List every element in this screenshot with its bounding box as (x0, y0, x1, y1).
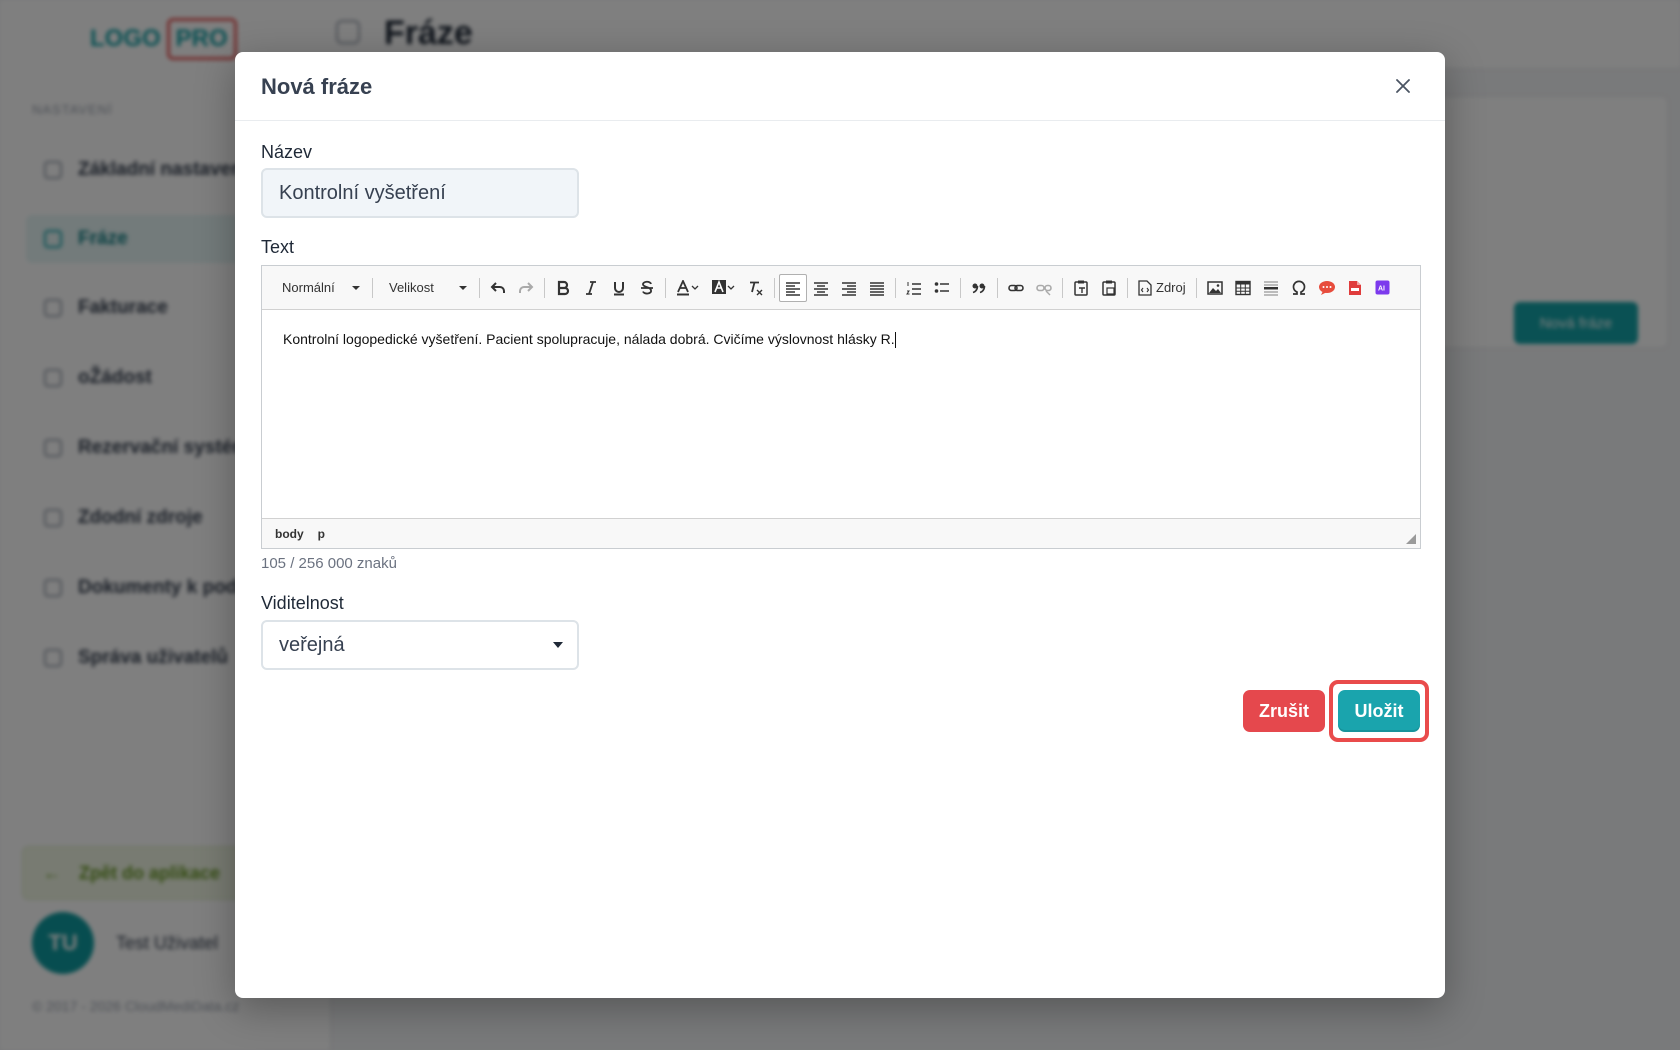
format-combo[interactable]: Normální (270, 274, 368, 302)
quote-icon (972, 283, 986, 293)
ai-icon: AI (1375, 280, 1390, 295)
toolbar-separator (665, 277, 666, 298)
source-button[interactable]: Zdroj (1132, 274, 1192, 302)
align-left-icon (786, 281, 800, 296)
table-icon (1234, 280, 1251, 295)
align-justify-icon (870, 281, 884, 296)
bulleted-list-icon (934, 281, 949, 293)
horizontal-line-button[interactable] (1257, 274, 1285, 302)
paste-word-icon (1102, 280, 1116, 296)
image-icon (1206, 280, 1223, 295)
blockquote-button[interactable] (965, 274, 993, 302)
toolbar-separator (1127, 277, 1128, 298)
name-label: Název (261, 142, 313, 162)
speech-bubble-icon (1318, 280, 1335, 295)
unlink-icon (1036, 284, 1052, 295)
toolbar-separator (774, 277, 775, 298)
special-char-button[interactable] (1285, 274, 1313, 302)
chevron-down-icon (553, 642, 563, 648)
chevron-down-icon (459, 285, 467, 290)
redo-icon (519, 281, 534, 293)
svg-text:AI: AI (1378, 286, 1385, 293)
table-button[interactable] (1229, 274, 1257, 302)
unlink-button[interactable] (1030, 274, 1058, 302)
toolbar-separator (544, 277, 545, 298)
text-label: Text (261, 237, 295, 257)
editor-toolbar: Normální Velikost Zdroj AI (262, 266, 1420, 310)
paste-text-button[interactable] (1067, 274, 1095, 302)
remove-format-icon (750, 281, 763, 295)
paste-text-icon (1074, 280, 1088, 296)
paste-word-button[interactable] (1095, 274, 1123, 302)
visibility-value: veřejná (279, 633, 345, 656)
source-icon (1138, 279, 1152, 296)
path-body[interactable]: body (275, 527, 304, 541)
text-cursor (894, 332, 896, 349)
close-button[interactable] (1389, 72, 1417, 100)
toolbar-separator (1195, 277, 1197, 298)
modal-title: Nová fráze (261, 74, 373, 99)
image-button[interactable] (1201, 274, 1229, 302)
size-combo[interactable]: Velikost (377, 274, 475, 302)
redo-button[interactable] (512, 274, 540, 302)
visibility-label: Viditelnost (261, 593, 344, 613)
resize-handle-icon[interactable] (1406, 534, 1416, 544)
italic-icon (586, 280, 596, 295)
background-color-button[interactable] (706, 274, 742, 302)
pdf-icon (1348, 280, 1361, 295)
align-left-button[interactable] (779, 273, 807, 302)
toolbar-separator (1062, 277, 1063, 298)
align-center-button[interactable] (807, 274, 835, 302)
modal-header: Nová fráze (235, 52, 1445, 121)
omega-icon (1292, 280, 1305, 295)
save-button[interactable]: Uložit (1338, 690, 1420, 732)
numbered-list-button[interactable] (900, 274, 928, 302)
toolbar-separator (960, 277, 961, 298)
undo-icon (490, 281, 505, 293)
toolbar-separator (895, 277, 896, 298)
comment-button[interactable] (1313, 274, 1341, 302)
italic-button[interactable] (577, 274, 605, 302)
underline-icon (614, 281, 624, 295)
bold-icon (557, 280, 570, 295)
editor-content-area[interactable]: Kontrolní logopedické vyšetření. Pacient… (262, 310, 1420, 518)
remove-format-button[interactable] (742, 274, 770, 302)
source-label: Zdroj (1156, 280, 1186, 295)
editor-paragraph: Kontrolní logopedické vyšetření. Pacient… (283, 331, 895, 347)
undo-button[interactable] (484, 274, 512, 302)
pdf-export-button[interactable] (1341, 274, 1369, 302)
close-icon (1396, 79, 1410, 93)
align-right-icon (842, 281, 856, 296)
new-phrase-modal: Nová fráze Název Text Normální Velikost (235, 52, 1445, 998)
rich-text-editor: Normální Velikost Zdroj AI Kontrolní log… (261, 265, 1421, 549)
bold-button[interactable] (549, 274, 577, 302)
toolbar-separator (372, 277, 373, 298)
editor-statusbar: body p (262, 518, 1420, 548)
text-color-button[interactable] (670, 274, 706, 302)
horizontal-line-icon (1263, 280, 1278, 296)
underline-button[interactable] (605, 274, 633, 302)
background-color-icon (712, 279, 735, 294)
char-count: 105 / 256 000 znaků (261, 555, 397, 572)
cancel-button[interactable]: Zrušit (1243, 690, 1325, 732)
align-center-icon (814, 281, 828, 296)
toolbar-separator (479, 277, 480, 298)
bulleted-list-button[interactable] (928, 274, 956, 302)
format-combo-label: Normální (282, 280, 335, 295)
align-justify-button[interactable] (863, 274, 891, 302)
path-p[interactable]: p (318, 527, 325, 541)
strikethrough-icon (641, 280, 653, 294)
text-color-icon (677, 279, 699, 295)
name-input[interactable] (261, 168, 579, 218)
size-combo-label: Velikost (389, 280, 434, 295)
link-icon (1008, 284, 1024, 291)
link-button[interactable] (1002, 274, 1030, 302)
ai-assistant-button[interactable]: AI (1369, 274, 1397, 302)
numbered-list-icon (906, 281, 921, 295)
visibility-select[interactable]: veřejná (261, 620, 579, 670)
toolbar-separator (997, 277, 998, 298)
align-right-button[interactable] (835, 274, 863, 302)
chevron-down-icon (352, 285, 360, 290)
strikethrough-button[interactable] (633, 274, 661, 302)
